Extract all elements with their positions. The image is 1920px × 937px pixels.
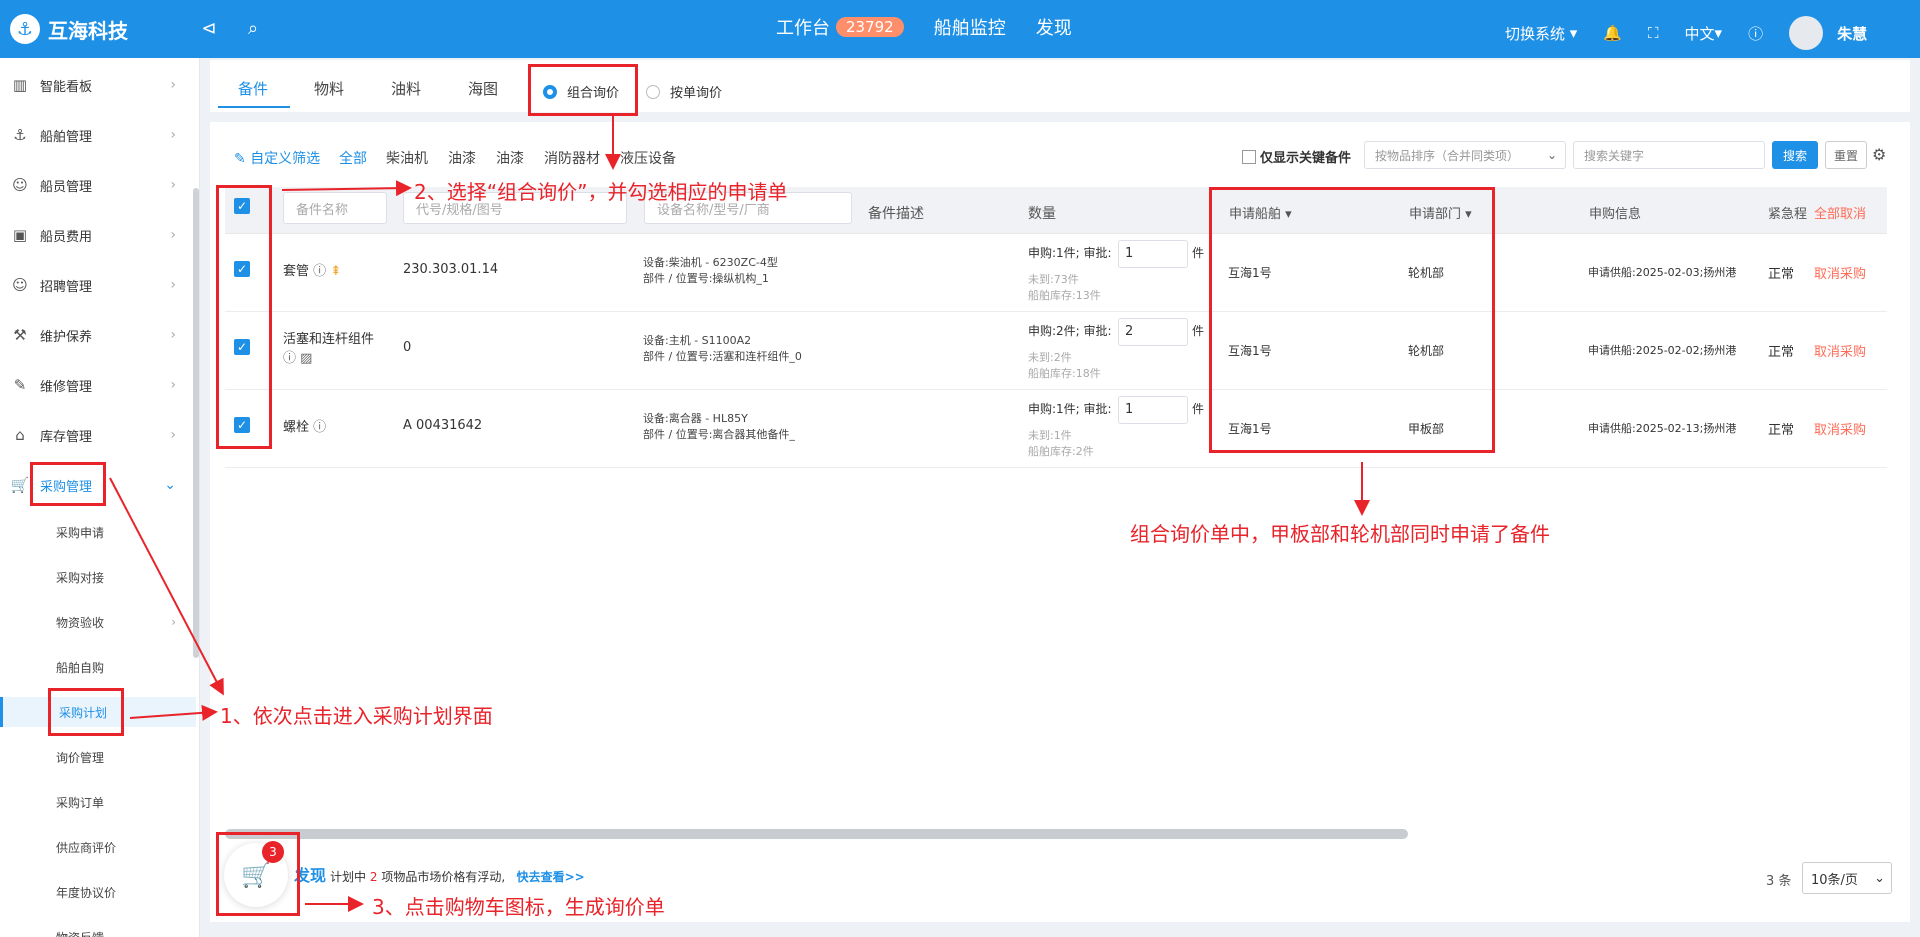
annotation-note: 组合询价单中，甲板部和轮机部同时申请了备件: [1130, 522, 1550, 546]
annotation-step-3: 3、点击购物车图标，生成询价单: [372, 895, 665, 919]
annotation-step-1: 1、依次点击进入采购计划界面: [220, 704, 493, 728]
annotation-step-2: 2、选择“组合询价”，并勾选相应的申请单: [414, 180, 788, 204]
annotation-arrows: [109, 116, 1370, 912]
